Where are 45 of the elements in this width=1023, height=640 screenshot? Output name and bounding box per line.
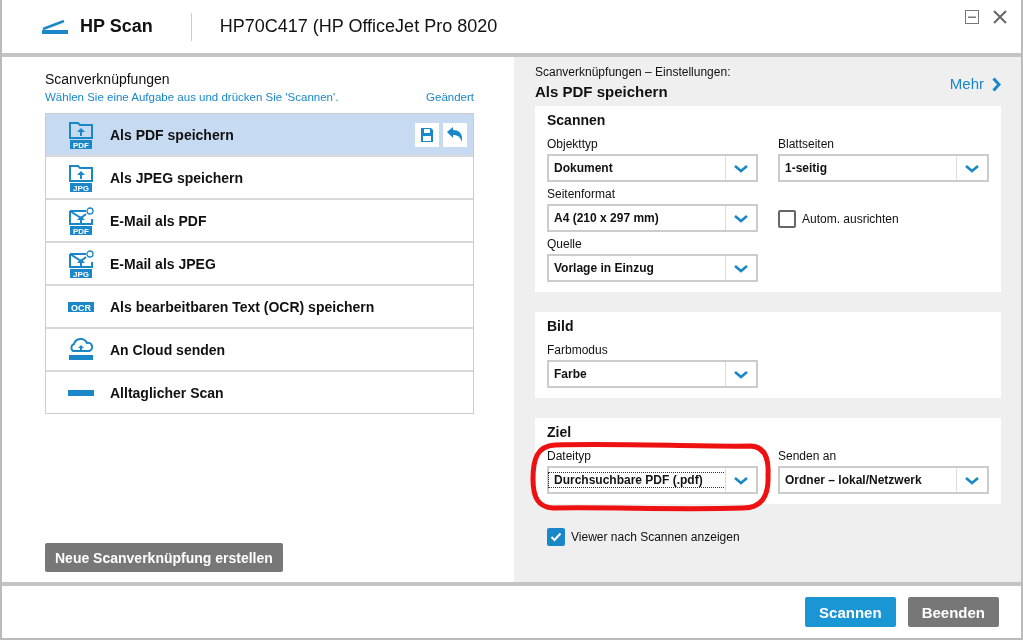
chevron-down-icon: [964, 163, 980, 173]
field-label: Objekttyp: [547, 137, 599, 151]
save-icon[interactable]: [415, 122, 439, 147]
section-title: Bild: [547, 318, 575, 334]
app-title: HP Scan: [80, 16, 153, 37]
shortcut-item[interactable]: PDF Als PDF speichern: [46, 114, 473, 157]
chevron-down-icon: [733, 263, 749, 273]
hint-text: Wählen Sie eine Aufgabe aus und drücken Sie 'Scannen'.: [45, 91, 339, 103]
checkbox-label: Viewer nach Scannen anzeigen: [571, 530, 740, 544]
dropdown[interactable]: Farbe: [547, 360, 758, 388]
dropdown[interactable]: Ordner – lokal/Netzwerk: [778, 466, 989, 494]
section-title: Ziel: [547, 424, 573, 440]
chevron-down-icon: [733, 475, 749, 485]
chevron-down-icon: [733, 213, 749, 223]
field-label: Senden an: [778, 449, 838, 463]
changed-link[interactable]: Geändert: [426, 91, 474, 103]
dropdown[interactable]: A4 (210 x 297 mm): [547, 204, 758, 232]
checkbox[interactable]: [778, 210, 796, 228]
field-label: Seitenformat: [547, 187, 617, 201]
checkbox[interactable]: [547, 528, 565, 546]
chevron-right-icon[interactable]: [992, 77, 1001, 92]
minimize-icon[interactable]: [965, 9, 979, 24]
device-name: HP70C417 (HP OfficeJet Pro 8020: [219, 16, 498, 37]
new-shortcut-button[interactable]: Neue Scanverknüpfung erstellen: [45, 543, 283, 572]
settings-caption: Scanverknüpfungen – Einstellungen:: [535, 65, 732, 79]
dropdown[interactable]: Dokument: [547, 154, 758, 182]
field-label: Quelle: [547, 237, 583, 251]
field-label: Blattseiten: [778, 137, 836, 151]
exit-button[interactable]: Beenden: [907, 597, 999, 627]
dropdown[interactable]: Vorlage in Einzug: [547, 254, 758, 282]
scanner-icon: [66, 389, 96, 396]
checkbox-label: Autom. ausrichten: [802, 212, 899, 226]
scanner-icon: [42, 19, 68, 34]
chevron-down-icon: [733, 163, 749, 173]
close-icon[interactable]: [993, 9, 1007, 24]
dropdown[interactable]: Durchsuchbare PDF (.pdf): [547, 466, 758, 494]
dropdown[interactable]: 1-seitig: [778, 154, 989, 182]
field-label: Dateityp: [547, 449, 593, 463]
chevron-down-icon: [964, 475, 980, 485]
panel-title: Scanverknüpfungen: [45, 71, 171, 87]
undo-icon[interactable]: [443, 122, 467, 147]
field-label: Farbmodus: [547, 343, 609, 357]
shortcut-name: Als PDF speichern: [535, 83, 669, 100]
chevron-down-icon: [733, 369, 749, 379]
section-title: Scannen: [547, 112, 607, 128]
